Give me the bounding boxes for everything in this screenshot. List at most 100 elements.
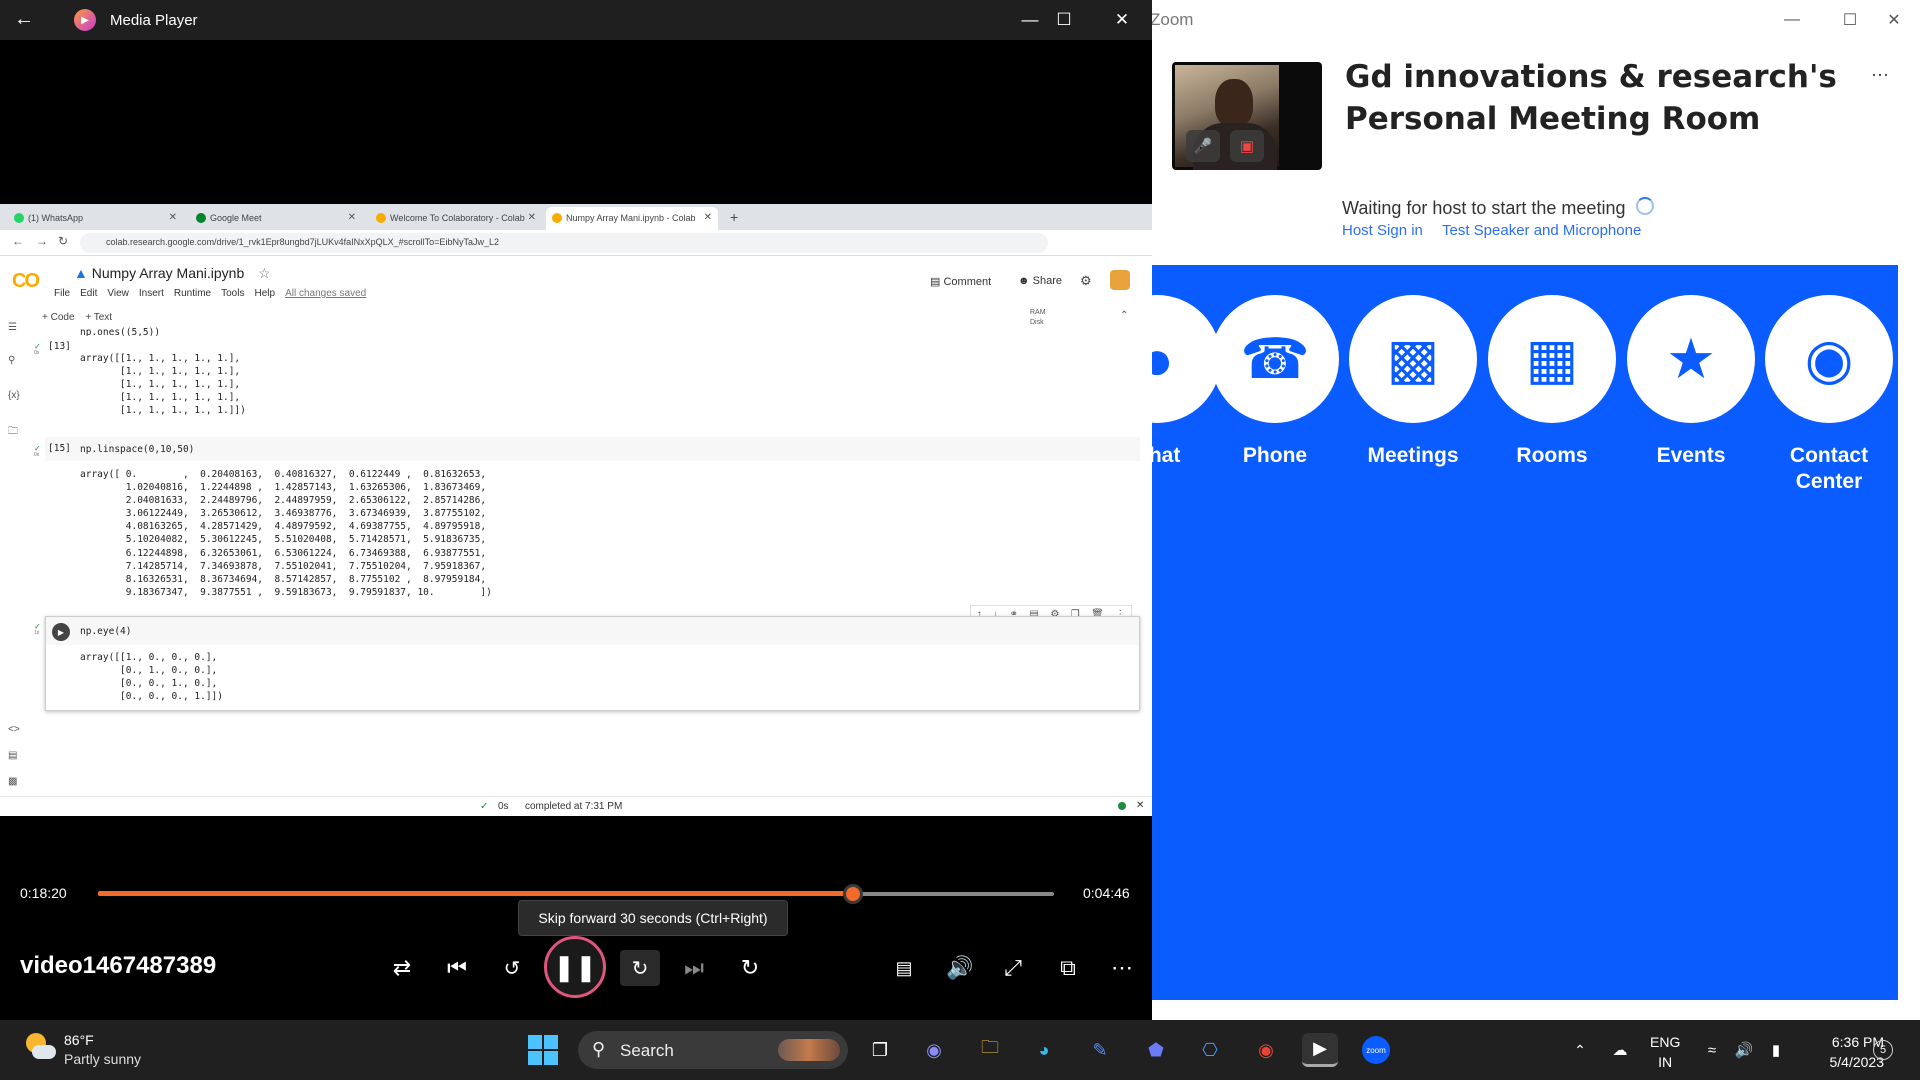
code-snippets-icon[interactable]: <> <box>8 724 20 735</box>
zoom-taskbar-icon[interactable]: zoom <box>1358 1033 1394 1067</box>
browser-back-icon[interactable]: ← <box>12 234 24 248</box>
add-text-button[interactable]: + Text <box>85 312 112 323</box>
resource-monitor[interactable]: RAM Disk <box>1030 308 1046 328</box>
close-icon[interactable]: ✕ <box>1865 4 1920 36</box>
edge-browser-icon[interactable]: ◕ <box>1026 1033 1062 1067</box>
captions-icon[interactable]: ▤ <box>884 950 924 986</box>
media-player-taskbar-icon[interactable]: ▶ <box>1302 1033 1338 1067</box>
menu-help[interactable]: Help <box>254 288 275 299</box>
repeat-icon[interactable]: ↻ <box>730 950 770 986</box>
microphone-muted-icon[interactable]: 🎤 <box>1186 130 1220 162</box>
minimize-icon[interactable]: — <box>1763 4 1821 36</box>
cell-3-code[interactable]: np.eye(4) <box>80 625 131 638</box>
windows-start-icon[interactable] <box>528 1035 558 1065</box>
next-track-icon[interactable]: ⏭ <box>674 950 714 986</box>
maximize-icon[interactable]: ☐ <box>1036 4 1092 36</box>
command-palette-icon[interactable]: ▤ <box>8 750 17 761</box>
cell-2-input[interactable] <box>45 437 1140 461</box>
files-folder-icon[interactable]: 🗀 <box>8 424 18 441</box>
menu-insert[interactable]: Insert <box>139 288 164 299</box>
browser-forward-icon[interactable]: → <box>36 234 48 248</box>
close-tab-icon[interactable]: ✕ <box>169 212 177 223</box>
collapse-chevron-icon[interactable]: ⌃ <box>1120 310 1128 321</box>
test-speaker-link[interactable]: Test Speaker and Microphone <box>1442 222 1641 239</box>
pause-button[interactable]: ❚❚ <box>544 936 606 998</box>
close-icon[interactable]: ✕ <box>1094 4 1150 36</box>
url-field[interactable]: colab.research.google.com/drive/1_rvk1Ep… <box>80 233 1048 253</box>
rooms-app[interactable]: ▦ Rooms <box>1487 295 1617 469</box>
skip-forward-30-icon[interactable]: ↻ <box>620 950 660 986</box>
task-view-icon[interactable]: ❐ <box>862 1033 898 1067</box>
close-tab-icon[interactable]: ✕ <box>528 212 536 223</box>
taskbar-search[interactable]: ⚲ Search <box>578 1031 848 1069</box>
language-indicator[interactable]: ENG IN <box>1650 1032 1680 1072</box>
contact-center-app[interactable]: ◉ Contact Center <box>1764 295 1894 495</box>
search-icon[interactable]: ⚲ <box>8 355 15 366</box>
settings-gear-icon[interactable]: ⚙ <box>1080 273 1092 289</box>
new-tab-button[interactable]: + <box>724 207 746 230</box>
battery-icon[interactable]: ▮ <box>1758 1033 1794 1067</box>
back-arrow-icon[interactable]: ← <box>14 8 50 34</box>
show-hidden-icons-chevron-icon[interactable]: ⌃ <box>1562 1033 1598 1067</box>
save-status[interactable]: All changes saved <box>285 288 366 299</box>
reload-icon[interactable]: ↻ <box>58 234 68 248</box>
star-icon[interactable]: ☆ <box>258 265 271 281</box>
weather-temperature[interactable]: 86°F <box>64 1032 94 1048</box>
menu-runtime[interactable]: Runtime <box>174 288 211 299</box>
notification-badge[interactable]: 5 <box>1873 1040 1893 1060</box>
tab-numpy-notebook[interactable]: Numpy Array Mani.ipynb - Colab ✕ <box>546 207 718 230</box>
onedrive-cloud-icon[interactable]: ☁ <box>1602 1033 1638 1067</box>
table-of-contents-icon[interactable]: ☰ <box>8 322 17 333</box>
share-button[interactable]: ☻ Share <box>1018 275 1062 287</box>
close-status-icon[interactable]: ✕ <box>1136 800 1144 811</box>
cell-2-code[interactable]: np.linspace(0,10,50) <box>80 443 194 456</box>
menu-tools[interactable]: Tools <box>221 288 244 299</box>
mini-player-icon[interactable]: ⧉ <box>1048 950 1088 986</box>
terminal-icon[interactable]: ▩ <box>8 776 17 787</box>
fullscreen-icon[interactable]: ⤢ <box>993 950 1033 986</box>
cell-3-input[interactable] <box>46 617 1139 645</box>
cell-3-exec-time: 1s <box>34 630 40 636</box>
menu-view[interactable]: View <box>107 288 129 299</box>
file-explorer-icon[interactable]: 🗀 <box>972 1033 1008 1067</box>
shuffle-icon[interactable]: ⇄ <box>382 950 422 986</box>
weather-description[interactable]: Partly sunny <box>64 1051 141 1067</box>
comment-button[interactable]: ▤ Comment <box>930 275 991 288</box>
camera-off-icon[interactable]: ▣ <box>1230 130 1264 162</box>
run-cell-icon[interactable]: ▶ <box>52 623 70 641</box>
previous-track-icon[interactable]: ⏮ <box>437 950 477 986</box>
tab-whatsapp[interactable]: (1) WhatsApp ✕ <box>8 207 183 230</box>
partly-sunny-icon[interactable] <box>24 1033 56 1063</box>
share-label: Share <box>1032 275 1062 287</box>
teams-chat-icon[interactable]: ◉ <box>916 1033 952 1067</box>
user-avatar[interactable] <box>1110 270 1130 290</box>
host-sign-in-link[interactable]: Host Sign in <box>1342 222 1423 239</box>
menu-file[interactable]: File <box>54 288 70 299</box>
speaker-icon[interactable]: 🔊 <box>1726 1033 1762 1067</box>
tab-google-meet[interactable]: Google Meet ✕ <box>190 207 362 230</box>
cell-1-code-partial[interactable]: np.ones((5,5)) <box>80 326 160 336</box>
contact-center-label: Contact Center <box>1789 444 1869 493</box>
remaining-time[interactable]: 0:04:46 <box>1083 885 1130 901</box>
more-options-button[interactable]: ··· <box>1866 64 1894 90</box>
events-app[interactable]: ★ Events <box>1626 295 1756 469</box>
wifi-icon[interactable]: ≈ <box>1694 1033 1730 1067</box>
notebook-title[interactable]: ▲ Numpy Array Mani.ipynb ☆ <box>74 265 271 282</box>
variables-icon[interactable]: {x} <box>8 390 20 401</box>
clipchamp-icon[interactable]: ⬟ <box>1138 1033 1174 1067</box>
menu-edit[interactable]: Edit <box>80 288 97 299</box>
close-tab-icon[interactable]: ✕ <box>704 212 712 223</box>
close-tab-icon[interactable]: ✕ <box>348 212 356 223</box>
tab-welcome-colab[interactable]: Welcome To Colaboratory - Colab ✕ <box>370 207 542 230</box>
meetings-app[interactable]: ▩ Meetings <box>1348 295 1478 469</box>
volume-icon[interactable]: 🔊 <box>940 950 980 986</box>
remote-desktop-icon[interactable]: ⎔ <box>1192 1033 1228 1067</box>
colab-logo[interactable]: CO <box>12 270 40 293</box>
snipping-tool-icon[interactable]: ✎ <box>1082 1033 1118 1067</box>
chrome-icon[interactable]: ◉ <box>1248 1033 1284 1067</box>
skip-back-10-icon[interactable]: ↺ <box>492 950 532 986</box>
clock[interactable]: 6:36 PM 5/4/2023 <box>1800 1032 1885 1072</box>
more-options-icon[interactable]: ⋯ <box>1102 950 1142 986</box>
phone-app[interactable]: ☎ Phone <box>1210 295 1340 469</box>
add-code-button[interactable]: + Code <box>42 312 75 323</box>
